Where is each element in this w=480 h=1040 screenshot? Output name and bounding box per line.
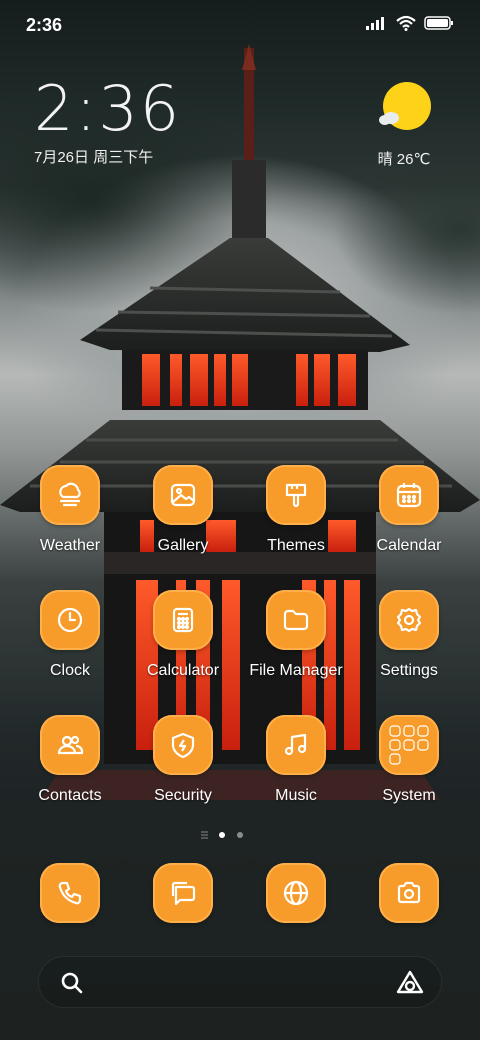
dock-browser[interactable] — [240, 863, 352, 923]
search-icon[interactable] — [60, 971, 84, 995]
music-icon — [284, 733, 307, 756]
music-app-tile[interactable] — [266, 715, 326, 775]
dock-messages[interactable] — [127, 863, 239, 923]
calendar-icon — [396, 483, 422, 508]
app-label: System — [382, 787, 436, 804]
app-themes[interactable]: Themes — [240, 465, 352, 555]
camera-icon — [397, 881, 421, 904]
messages-app-tile[interactable] — [153, 863, 213, 923]
dock-phone[interactable] — [14, 863, 126, 923]
file-manager-app-tile[interactable] — [266, 590, 326, 650]
calculator-app-tile[interactable] — [153, 590, 213, 650]
weather-text: 晴 26℃ — [377, 151, 431, 168]
app-settings[interactable]: Settings — [353, 590, 465, 680]
signal-icon — [366, 17, 384, 30]
app-label: Calendar — [376, 537, 442, 554]
app-clock[interactable]: Clock — [14, 590, 126, 680]
page-dot-active — [219, 832, 225, 838]
app-calculator[interactable]: Calculator — [127, 590, 239, 680]
status-bar: 2:36 — [0, 0, 480, 50]
settings-app-tile[interactable] — [379, 590, 439, 650]
app-label: Security — [154, 787, 212, 804]
gallery-app-tile[interactable] — [153, 465, 213, 525]
app-label: Clock — [49, 662, 90, 679]
browser-icon — [283, 880, 309, 906]
app-system-folder[interactable]: System — [353, 715, 465, 805]
system-folder-tile[interactable] — [379, 715, 439, 775]
security-app-tile[interactable] — [153, 715, 213, 775]
app-file-manager[interactable]: File Manager — [240, 590, 352, 680]
app-label: Contacts — [38, 787, 102, 804]
contacts-icon — [57, 735, 84, 755]
app-calendar[interactable]: Calendar — [353, 465, 465, 555]
browser-app-tile[interactable] — [266, 863, 326, 923]
calendar-app-tile[interactable] — [379, 465, 439, 525]
app-contacts[interactable]: Contacts — [14, 715, 126, 805]
brush-icon — [285, 483, 307, 508]
clock-widget[interactable]: 2:36 7月26日 周三下午 — [34, 78, 181, 167]
camera-app-tile[interactable] — [379, 863, 439, 923]
dock-camera[interactable] — [353, 863, 465, 923]
wifi-icon — [396, 15, 416, 31]
app-security[interactable]: Security — [127, 715, 239, 805]
clock-app-tile[interactable] — [40, 590, 100, 650]
app-label: Calculator — [146, 662, 220, 679]
shield-icon — [171, 732, 195, 759]
folder-grid-icon — [389, 725, 429, 765]
sunny-icon — [377, 82, 431, 136]
page-indicator-list-icon — [201, 831, 208, 839]
weather-icon — [59, 482, 81, 507]
battery-icon — [424, 16, 453, 30]
phone-app-tile[interactable] — [40, 863, 100, 923]
page-indicator[interactable] — [200, 830, 280, 840]
app-label: Music — [275, 787, 317, 804]
app-music[interactable]: Music — [240, 715, 352, 805]
app-label: Weather — [39, 537, 101, 554]
calculator-icon — [172, 607, 194, 633]
themes-app-tile[interactable] — [266, 465, 326, 525]
app-label: File Manager — [249, 662, 343, 679]
gallery-icon — [170, 483, 196, 507]
status-time: 2:36 — [26, 15, 63, 35]
widget-date: 7月26日 周三下午 — [34, 149, 154, 166]
contacts-app-tile[interactable] — [40, 715, 100, 775]
weather-widget[interactable]: 晴 26℃ — [364, 82, 444, 169]
search-bar[interactable] — [38, 956, 442, 1008]
app-gallery[interactable]: Gallery — [127, 465, 239, 555]
folder-icon — [283, 609, 309, 631]
gear-icon — [396, 607, 422, 633]
phone-icon — [58, 881, 82, 905]
weather-app-tile[interactable] — [40, 465, 100, 525]
app-label: Settings — [380, 662, 438, 679]
assistant-icon[interactable] — [396, 970, 424, 994]
app-label: Gallery — [157, 537, 209, 554]
page-dot — [237, 832, 243, 838]
clock-icon — [57, 607, 83, 633]
widget-time: 2:36 — [34, 72, 182, 145]
app-weather[interactable]: Weather — [14, 465, 126, 555]
app-label: Themes — [267, 537, 325, 554]
messages-icon — [171, 881, 196, 906]
